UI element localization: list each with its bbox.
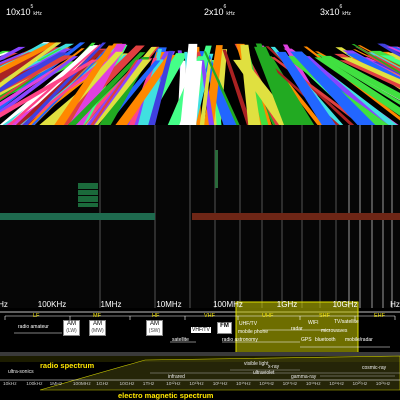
em-tick-label: 10kHz: [3, 382, 17, 387]
signal-block: [78, 196, 98, 202]
top-axis-label: 10x105kHz: [6, 4, 42, 17]
em-tick-label: 100kHz: [26, 382, 43, 387]
service-wifi: WIFI: [308, 320, 319, 326]
service-radio-amateur: radio amateur: [18, 324, 49, 330]
em-tick-label: 10²⁰Hz: [352, 382, 368, 387]
frequency-fan: [0, 42, 400, 126]
spectrum-visualization: [0, 42, 400, 391]
band-ehf: EHF: [374, 313, 385, 319]
em-tick-label: 10GHz: [119, 382, 135, 387]
wave-gamma: gamma-ray: [291, 374, 317, 380]
scale-label: 1GHz: [276, 300, 298, 309]
scale-label: 10GHz: [332, 300, 358, 309]
wave-ultraviolet: ultraviolet: [253, 370, 275, 376]
em-tick-label: 100MHz: [72, 382, 91, 387]
em-tick-label: 10¹⁶Hz: [259, 382, 275, 387]
service-tv-satellite: TV/satellite: [334, 319, 359, 325]
service-am-lw: AM (LW): [63, 320, 80, 336]
em-spectrum-title: electro magnetic spectrum: [118, 391, 214, 400]
service-satellite: satellite: [172, 337, 189, 343]
service-bluetooth: bluetooth: [315, 337, 336, 343]
green-band-bar: [0, 213, 155, 220]
signal-block: [78, 190, 98, 195]
em-tick-label: 10¹²Hz: [166, 382, 181, 387]
service-am-sw: AM (SW): [146, 320, 163, 336]
service-radar: radar: [291, 326, 303, 332]
service-vhf-tv: VHF/TV: [191, 327, 211, 333]
service-gps: GPS: [301, 337, 312, 343]
scale-label: Hz: [390, 300, 400, 309]
scale-label: 100MHz: [213, 300, 243, 309]
em-tick-label: 10¹⁵Hz: [236, 382, 251, 387]
radio-spectrum-strip: [0, 352, 400, 356]
em-tick-label: 1GHz: [96, 382, 109, 387]
em-tick-label: 10¹⁹Hz: [329, 382, 345, 387]
em-tick-label: 1THz: [142, 382, 155, 387]
band-lf: LF: [33, 313, 40, 319]
em-tick-label: 1MHz: [49, 382, 63, 387]
service-uhf-tv: UHF/TV: [239, 321, 258, 327]
band-uhf: UHF: [262, 313, 274, 319]
em-tick-label: 10²¹Hz: [375, 382, 391, 387]
scale-label: 10MHz: [156, 300, 182, 309]
scale-label: 1MHz: [100, 300, 122, 309]
service-mobile-phone: mobile phone: [238, 329, 269, 335]
wave-ultra-sonics: ultra-sonics: [8, 369, 34, 375]
service-fm: FM: [217, 322, 232, 334]
signal-block: [215, 150, 218, 188]
wave-visible-light: visible light: [244, 361, 269, 367]
wave-cosmic: cosmic-ray: [362, 365, 387, 371]
band-vhf: VHF: [204, 313, 215, 319]
service-am-mw: AM (MW): [89, 320, 106, 336]
service-mobile-radar: mobile/radar: [345, 337, 373, 343]
service-radio-astronomy: radio astronomy: [222, 337, 258, 343]
top-axis-label: 3x106kHz: [320, 4, 351, 17]
scale-label: 100KHz: [37, 300, 67, 309]
signal-block: [78, 183, 98, 189]
scale-label: Hz: [0, 300, 8, 309]
red-band-bar: [192, 213, 400, 220]
band-mf: MF: [93, 313, 101, 319]
radio-spectrum-title: radio spectrum: [40, 361, 95, 370]
band-shf: SHF: [319, 313, 330, 319]
top-axis-label: 2x106kHz: [204, 4, 235, 17]
em-tick-label: 10¹³Hz: [189, 382, 204, 387]
signal-block: [78, 203, 98, 207]
em-tick-label: 10¹⁴Hz: [212, 382, 228, 387]
em-tick-label: 10¹⁷Hz: [282, 382, 298, 387]
service-microwaves: microwaves: [321, 328, 348, 334]
wave-infrared: infrared: [168, 374, 185, 380]
em-tick-label: 10¹⁸Hz: [305, 382, 321, 387]
band-hf: HF: [152, 313, 160, 319]
